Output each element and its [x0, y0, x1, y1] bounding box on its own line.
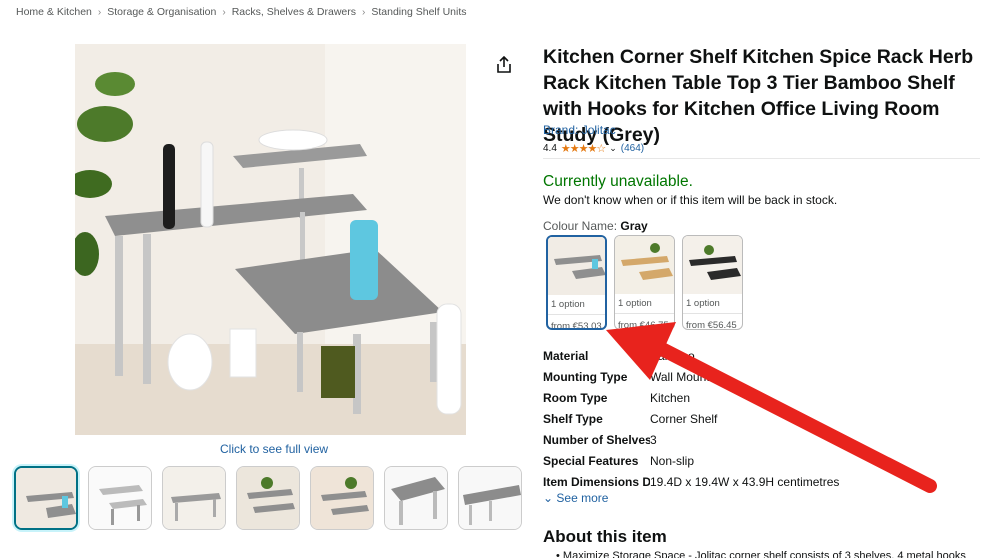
chevron-right-icon: ›	[97, 6, 102, 18]
thumbnail-image	[163, 467, 225, 529]
thumbnail-3[interactable]	[162, 466, 226, 530]
spec-key: Shelf Type	[543, 411, 603, 426]
star-rating-icon[interactable]: ★★★★☆	[561, 142, 606, 155]
spec-value: 19.4D x 19.4W x 43.9H centimetres	[650, 474, 840, 489]
breadcrumb-item[interactable]: Home & Kitchen	[16, 6, 92, 18]
thumbnail-7[interactable]	[458, 466, 522, 530]
thumbnail-strip	[14, 466, 522, 530]
spec-value: Wall Mount	[650, 369, 710, 384]
spec-row: Mounting Type Wall Mount	[543, 366, 839, 387]
product-specs-table: Material Bamboo Mounting Type Wall Mount R…	[543, 345, 839, 492]
swatch-gray[interactable]: 1 option from €53.03	[546, 235, 607, 330]
chevron-down-icon: ⌄	[543, 491, 554, 505]
swatch-price: from €46.75	[615, 313, 674, 329]
thumbnail-6[interactable]	[384, 466, 448, 530]
swatch-option-count: 1 option	[618, 298, 652, 309]
spec-key: Item Dimensions D	[543, 474, 650, 489]
colour-label-text: Colour Name:	[543, 219, 618, 233]
chevron-right-icon: ›	[362, 6, 366, 18]
spec-value: Corner Shelf	[650, 411, 718, 426]
rating-summary: 4.4 ★★★★☆ ⌄ (464)	[543, 142, 644, 155]
breadcrumb-item[interactable]: Racks, Shelves & Drawers	[232, 6, 356, 18]
swatch-black[interactable]: 1 option from €56.45	[682, 235, 743, 330]
thumbnail-image	[385, 467, 447, 529]
spec-value: Kitchen	[650, 390, 691, 405]
swatch-price: from €56.45	[683, 313, 742, 329]
thumbnail-4[interactable]	[236, 466, 300, 530]
chevron-right-icon: ›	[222, 6, 226, 18]
thumbnail-5[interactable]	[310, 466, 374, 530]
swatch-image	[548, 237, 605, 295]
spec-row: Number of Shelves 3	[543, 429, 839, 450]
thumbnail-image	[459, 467, 521, 529]
about-heading: About this item	[543, 527, 667, 546]
thumbnail-image	[311, 467, 373, 529]
about-bullet: • Maximize Storage Space - Jolitac corne…	[556, 550, 966, 558]
swatch-option-count: 1 option	[686, 298, 720, 309]
breadcrumb-item[interactable]: Standing Shelf Units	[371, 6, 466, 18]
spec-key: Material	[543, 348, 589, 363]
colour-swatches: 1 option from €53.03 1 option from €46.7…	[546, 235, 743, 330]
thumbnail-1[interactable]	[14, 466, 78, 530]
spec-value: Bamboo	[650, 348, 695, 363]
swatch-option-count: 1 option	[551, 299, 585, 310]
about-bullet-text: Maximize Storage Space - Jolitac corner …	[562, 550, 966, 558]
spec-row: Shelf Type Corner Shelf	[543, 408, 839, 429]
main-product-image[interactable]	[75, 44, 466, 435]
spec-value: Non-slip	[650, 453, 695, 468]
corner-shelf-photo	[75, 44, 466, 435]
thumbnail-image	[237, 467, 299, 529]
spec-row: Material Bamboo	[543, 345, 839, 366]
see-more-link[interactable]: ⌄ See more	[543, 491, 608, 505]
thumbnail-2[interactable]	[88, 466, 152, 530]
spec-row: Special Features Non-slip	[543, 450, 839, 471]
spec-key: Mounting Type	[543, 369, 628, 384]
availability-note: We don't know when or if this item will …	[543, 193, 838, 207]
spec-key: Number of Shelves	[543, 432, 650, 447]
see-more-label: See more	[556, 491, 609, 505]
swatch-image	[615, 236, 674, 294]
brand-link[interactable]: Brand: Jolitac	[543, 123, 616, 137]
breadcrumb-item[interactable]: Storage & Organisation	[107, 6, 216, 18]
thumbnail-image	[89, 467, 151, 529]
spec-key: Special Features	[543, 453, 639, 468]
breadcrumb: Home & Kitchen › Storage & Organisation …	[16, 6, 467, 18]
share-icon[interactable]	[496, 56, 512, 74]
colour-name-label: Colour Name: Gray	[543, 219, 648, 233]
rating-count-link[interactable]: (464)	[621, 143, 644, 154]
spec-row: Item Dimensions D 19.4D x 19.4W x 43.9H c…	[543, 471, 839, 492]
spec-key: Room Type	[543, 390, 608, 405]
spec-value: 3	[650, 432, 657, 447]
swatch-price: from €53.03	[548, 314, 605, 328]
chevron-down-icon[interactable]: ⌄	[609, 143, 617, 154]
availability-status: Currently unavailable.	[543, 173, 693, 190]
divider	[543, 158, 980, 159]
click-full-view-link[interactable]: Click to see full view	[220, 442, 328, 456]
colour-selected-value: Gray	[620, 219, 648, 233]
thumbnail-image	[16, 468, 76, 528]
rating-value: 4.4	[543, 143, 557, 154]
swatch-natural[interactable]: 1 option from €46.75	[614, 235, 675, 330]
spec-row: Room Type Kitchen	[543, 387, 839, 408]
swatch-image	[683, 236, 742, 294]
